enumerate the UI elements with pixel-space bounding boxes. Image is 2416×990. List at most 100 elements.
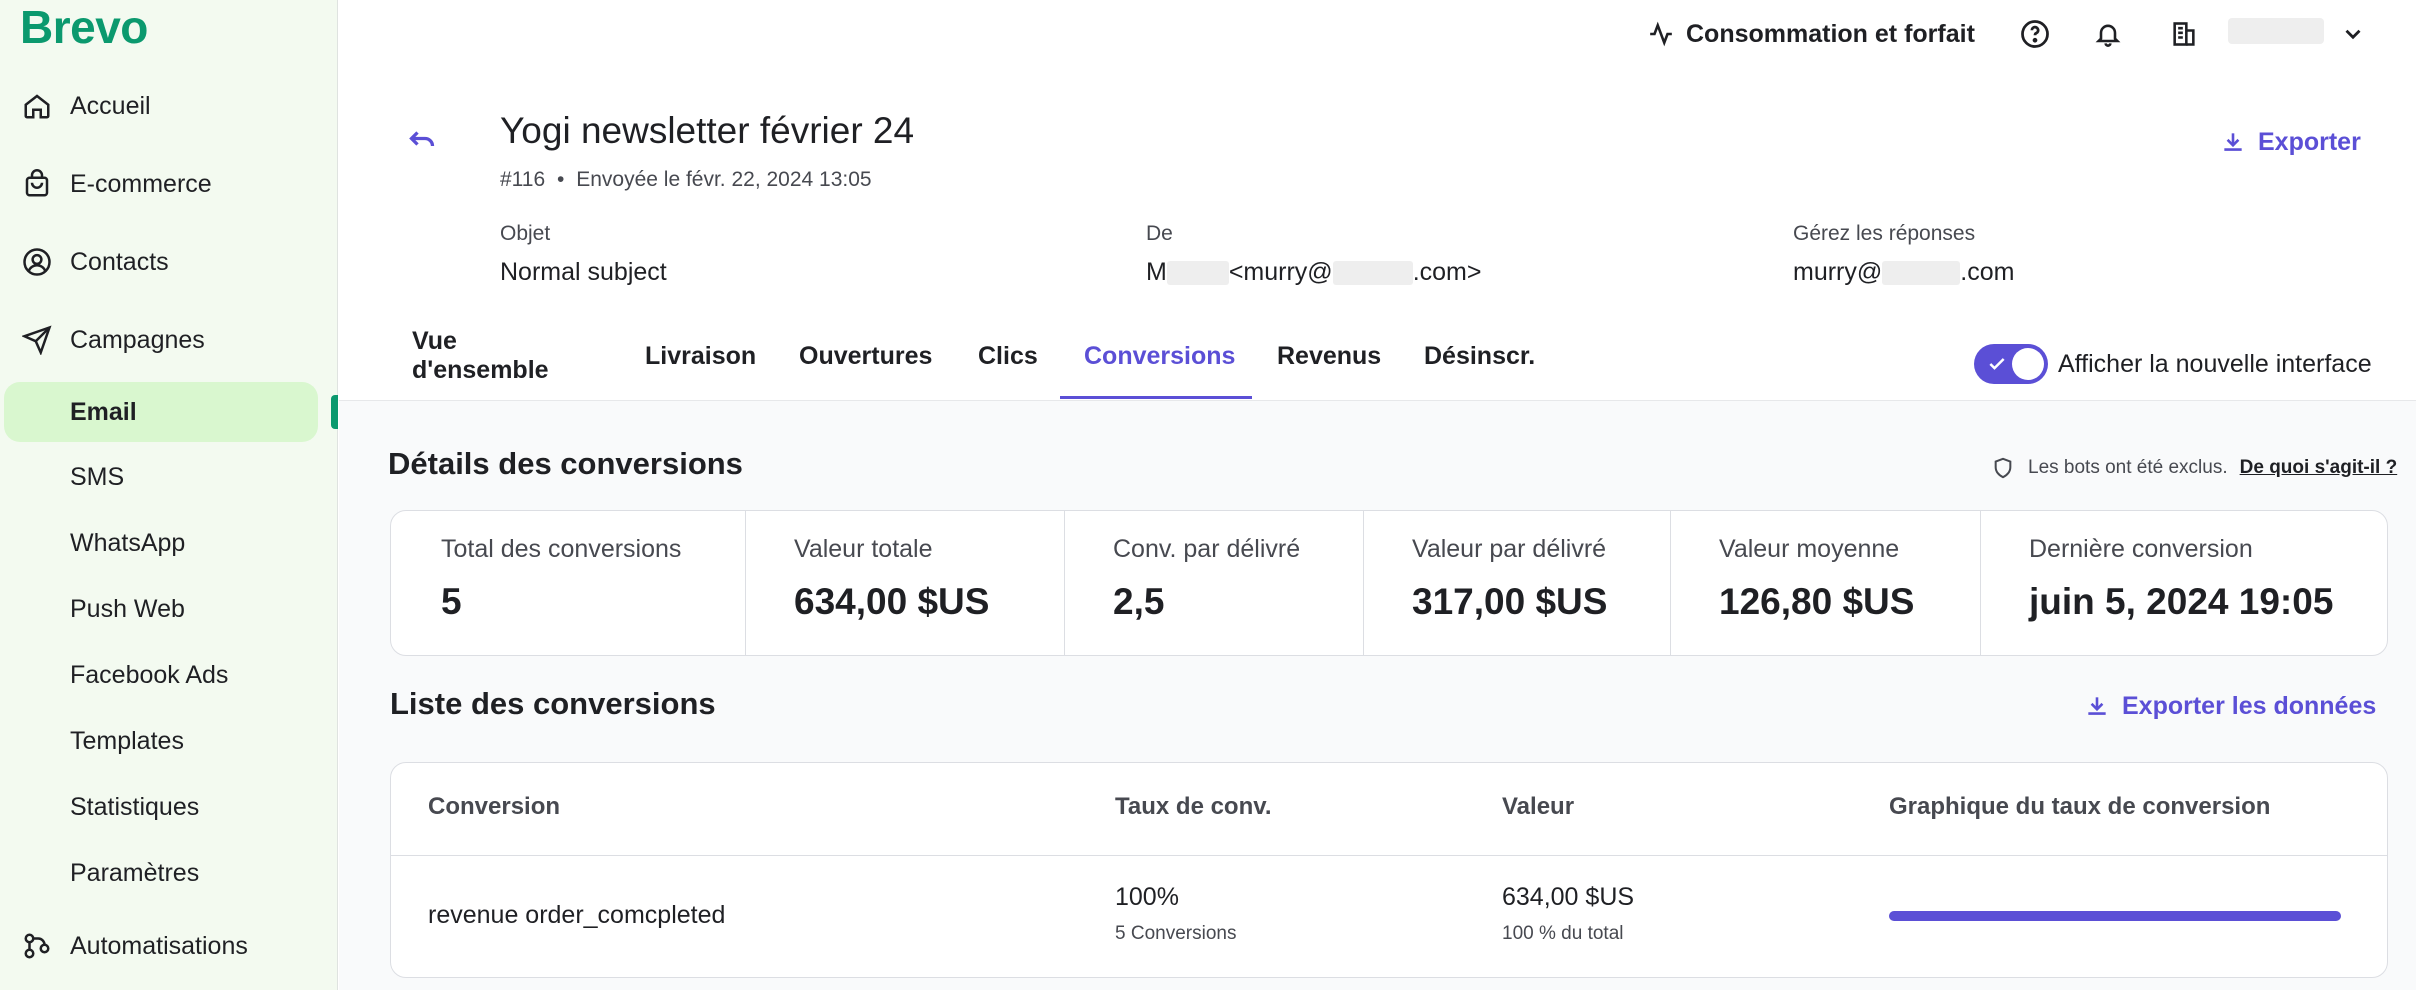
replies-value: murry@ .com bbox=[1793, 258, 2014, 287]
sidebar-item-contacts[interactable]: Contacts bbox=[0, 232, 338, 292]
tab-revenue[interactable]: Revenus bbox=[1277, 330, 1381, 400]
bots-note-text: Les bots ont été exclus. bbox=[2028, 457, 2228, 478]
check-icon bbox=[1989, 358, 2005, 370]
organization-button[interactable] bbox=[2170, 14, 2198, 54]
active-indicator bbox=[331, 395, 338, 429]
back-button[interactable] bbox=[404, 122, 440, 158]
sent-date: Envoyée le févr. 22, 2024 13:05 bbox=[576, 168, 872, 191]
paper-plane-icon bbox=[20, 323, 54, 357]
meta-separator: • bbox=[557, 168, 565, 191]
sidebar-item-campagnes[interactable]: Campagnes bbox=[0, 310, 338, 370]
sidebar-subitem-label: Email bbox=[70, 397, 137, 426]
export-label: Exporter bbox=[2258, 127, 2361, 156]
help-button[interactable] bbox=[2020, 14, 2050, 54]
replies-value-prefix: murry@ bbox=[1793, 258, 1883, 286]
tab-unsubscribes[interactable]: Désinscr. bbox=[1424, 330, 1535, 400]
conversion-name: revenue order_comcpleted bbox=[428, 901, 726, 929]
bots-note: Les bots ont été exclus. De quoi s'agit-… bbox=[1992, 452, 2397, 484]
sidebar-item-label: E-commerce bbox=[70, 169, 212, 198]
sidebar-item-automatisations[interactable]: Automatisations bbox=[0, 916, 338, 976]
export-button[interactable]: Exporter bbox=[2220, 124, 2361, 160]
page-title: Yogi newsletter février 24 bbox=[500, 110, 915, 151]
column-header-conversion: Conversion bbox=[428, 793, 561, 820]
help-icon bbox=[2021, 20, 2049, 48]
stat-conv-per-delivered: Conv. par délivré 2,5 bbox=[1064, 511, 1363, 655]
sidebar-item-label: Contacts bbox=[70, 247, 169, 276]
conversion-details-title: Détails des conversions bbox=[388, 446, 743, 481]
export-data-label: Exporter les données bbox=[2122, 691, 2377, 720]
pulse-icon bbox=[1650, 21, 1672, 47]
sidebar-subitem-statistiques[interactable]: Statistiques bbox=[4, 777, 318, 837]
conversion-list-title: Liste des conversions bbox=[390, 686, 716, 721]
active-tab-underline bbox=[1060, 396, 1252, 399]
sidebar-subitem-templates[interactable]: Templates bbox=[4, 711, 318, 771]
stat-total-value: Valeur totale 634,00 $US bbox=[745, 511, 1064, 655]
campaign-number: #116 bbox=[500, 168, 546, 191]
brevo-logo[interactable]: Brevo bbox=[20, 0, 148, 54]
tab-overview[interactable]: Vue d'ensemble bbox=[412, 327, 549, 400]
sidebar-subitem-label: Paramètres bbox=[70, 858, 200, 887]
tab-opens[interactable]: Ouvertures bbox=[799, 330, 932, 400]
sidebar-subitem-facebook-ads[interactable]: Facebook Ads bbox=[4, 645, 318, 705]
column-header-rate-chart: Graphique du taux de conversion bbox=[1889, 793, 2271, 820]
tab-delivery[interactable]: Livraison bbox=[645, 330, 756, 400]
shopping-bag-icon bbox=[20, 167, 54, 201]
replies-label: Gérez les réponses bbox=[1793, 222, 1976, 245]
usage-plan-button[interactable]: Consommation et forfait bbox=[1648, 14, 1975, 54]
stat-label: Valeur moyenne bbox=[1719, 535, 1900, 563]
stat-last-conversion: Dernière conversion juin 5, 2024 19:05 bbox=[1980, 511, 2387, 655]
account-menu-toggle[interactable] bbox=[2340, 14, 2366, 54]
sidebar-subitem-sms[interactable]: SMS bbox=[4, 447, 318, 507]
export-data-button[interactable]: Exporter les données bbox=[2084, 688, 2376, 724]
sidebar-subitem-push-web[interactable]: Push Web bbox=[4, 579, 318, 639]
chevron-down-icon bbox=[2345, 29, 2361, 40]
column-header-rate: Taux de conv. bbox=[1115, 793, 1272, 820]
conversion-value-share: 100 % du total bbox=[1502, 923, 1624, 944]
from-label: De bbox=[1146, 222, 1173, 245]
stat-value: 126,80 $US bbox=[1719, 581, 1915, 622]
stat-value: 317,00 $US bbox=[1412, 581, 1608, 622]
sidebar-subitem-label: SMS bbox=[70, 462, 125, 491]
stat-value: 5 bbox=[441, 581, 462, 622]
conversion-count: 5 Conversions bbox=[1115, 923, 1237, 944]
undo-arrow-icon bbox=[409, 131, 435, 147]
shield-icon bbox=[1994, 457, 2012, 479]
sidebar-subitem-whatsapp[interactable]: WhatsApp bbox=[4, 513, 318, 573]
stat-value: 634,00 $US bbox=[794, 581, 990, 622]
contacts-icon bbox=[20, 245, 54, 279]
bots-info-link[interactable]: De quoi s'agit-il ? bbox=[2240, 457, 2398, 479]
account-name-redacted[interactable] bbox=[2228, 18, 2324, 44]
stat-average-value: Valeur moyenne 126,80 $US bbox=[1670, 511, 1980, 655]
new-interface-toggle[interactable] bbox=[1974, 344, 2048, 384]
from-value-prefix: M bbox=[1146, 258, 1167, 286]
redacted-block bbox=[1882, 261, 1961, 286]
stat-label: Valeur par délivré bbox=[1412, 535, 1607, 563]
conversion-rate-bar bbox=[1889, 911, 2341, 921]
sidebar: Brevo Accueil E-commerce Contacts Campag… bbox=[0, 0, 338, 990]
tab-conversions[interactable]: Conversions bbox=[1084, 330, 1235, 400]
sidebar-subitem-label: WhatsApp bbox=[70, 528, 186, 557]
redacted-block bbox=[1332, 261, 1413, 286]
stat-total-conversions: Total des conversions 5 bbox=[391, 511, 745, 655]
from-value: M <murry@ .com> bbox=[1146, 258, 1481, 287]
from-value-mid: <murry@ bbox=[1228, 258, 1333, 286]
download-icon bbox=[2224, 133, 2242, 151]
conversion-value: 634,00 $US bbox=[1502, 883, 1635, 911]
sidebar-subitem-label: Facebook Ads bbox=[70, 660, 229, 689]
object-label: Objet bbox=[500, 222, 551, 245]
stat-value-per-delivered: Valeur par délivré 317,00 $US bbox=[1363, 511, 1670, 655]
replies-value-suffix: .com bbox=[1960, 258, 2015, 286]
sidebar-item-ecommerce[interactable]: E-commerce bbox=[0, 154, 338, 214]
notifications-button[interactable] bbox=[2094, 14, 2122, 54]
conversions-table: Conversion Taux de conv. Valeur Graphiqu… bbox=[390, 762, 2388, 978]
sidebar-subitem-email[interactable]: Email bbox=[4, 382, 318, 442]
sidebar-subitem-parametres[interactable]: Paramètres bbox=[4, 843, 318, 903]
object-value: Normal subject bbox=[500, 258, 667, 286]
stat-label: Valeur totale bbox=[794, 535, 933, 563]
conversion-rate: 100% bbox=[1115, 883, 1179, 911]
sidebar-item-label: Accueil bbox=[70, 91, 151, 120]
tab-clicks[interactable]: Clics bbox=[978, 330, 1038, 400]
sidebar-item-accueil[interactable]: Accueil bbox=[0, 76, 338, 136]
stat-label: Dernière conversion bbox=[2029, 535, 2253, 563]
sidebar-subitem-label: Templates bbox=[70, 726, 184, 755]
